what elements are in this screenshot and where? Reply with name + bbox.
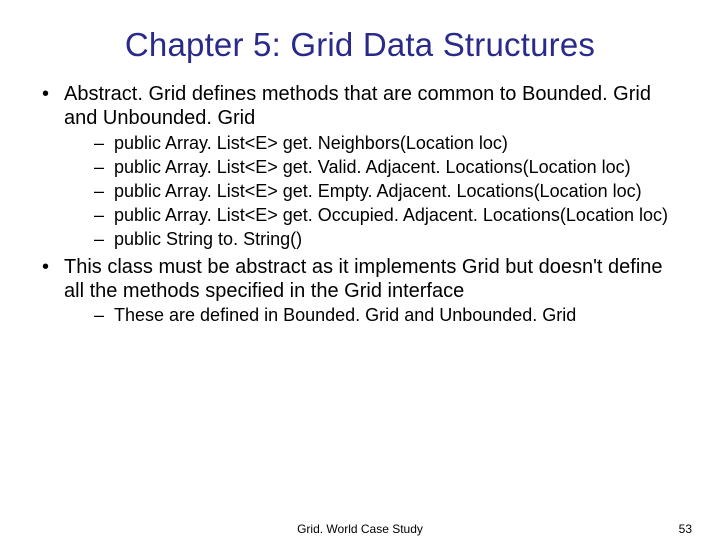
list-item: Abstract. Grid defines methods that are … (40, 82, 680, 251)
sub-bullet-text: public Array. List<E> get. Empty. Adjace… (114, 181, 642, 201)
sub-bullet-text: public Array. List<E> get. Occupied. Adj… (114, 205, 668, 225)
list-item: public Array. List<E> get. Empty. Adjace… (94, 181, 680, 203)
list-item: These are defined in Bounded. Grid and U… (94, 305, 680, 327)
sub-bullet-text: public String to. String() (114, 229, 302, 249)
bullet-text: This class must be abstract as it implem… (64, 256, 663, 302)
sub-bullet-text: These are defined in Bounded. Grid and U… (114, 305, 576, 325)
sub-list: public Array. List<E> get. Neighbors(Loc… (64, 133, 680, 251)
slide-title: Chapter 5: Grid Data Structures (0, 0, 720, 74)
bullet-text: Abstract. Grid defines methods that are … (64, 83, 651, 129)
list-item: public Array. List<E> get. Neighbors(Loc… (94, 133, 680, 155)
footer-center-text: Grid. World Case Study (0, 522, 720, 536)
bullet-list: Abstract. Grid defines methods that are … (40, 82, 680, 327)
page-number: 53 (679, 522, 692, 536)
sub-bullet-text: public Array. List<E> get. Neighbors(Loc… (114, 133, 508, 153)
list-item: This class must be abstract as it implem… (40, 255, 680, 328)
sub-list: These are defined in Bounded. Grid and U… (64, 305, 680, 327)
list-item: public Array. List<E> get. Occupied. Adj… (94, 205, 680, 227)
slide: Chapter 5: Grid Data Structures Abstract… (0, 0, 720, 540)
slide-body: Abstract. Grid defines methods that are … (0, 74, 720, 327)
sub-bullet-text: public Array. List<E> get. Valid. Adjace… (114, 157, 631, 177)
list-item: public Array. List<E> get. Valid. Adjace… (94, 157, 680, 179)
list-item: public String to. String() (94, 229, 680, 251)
